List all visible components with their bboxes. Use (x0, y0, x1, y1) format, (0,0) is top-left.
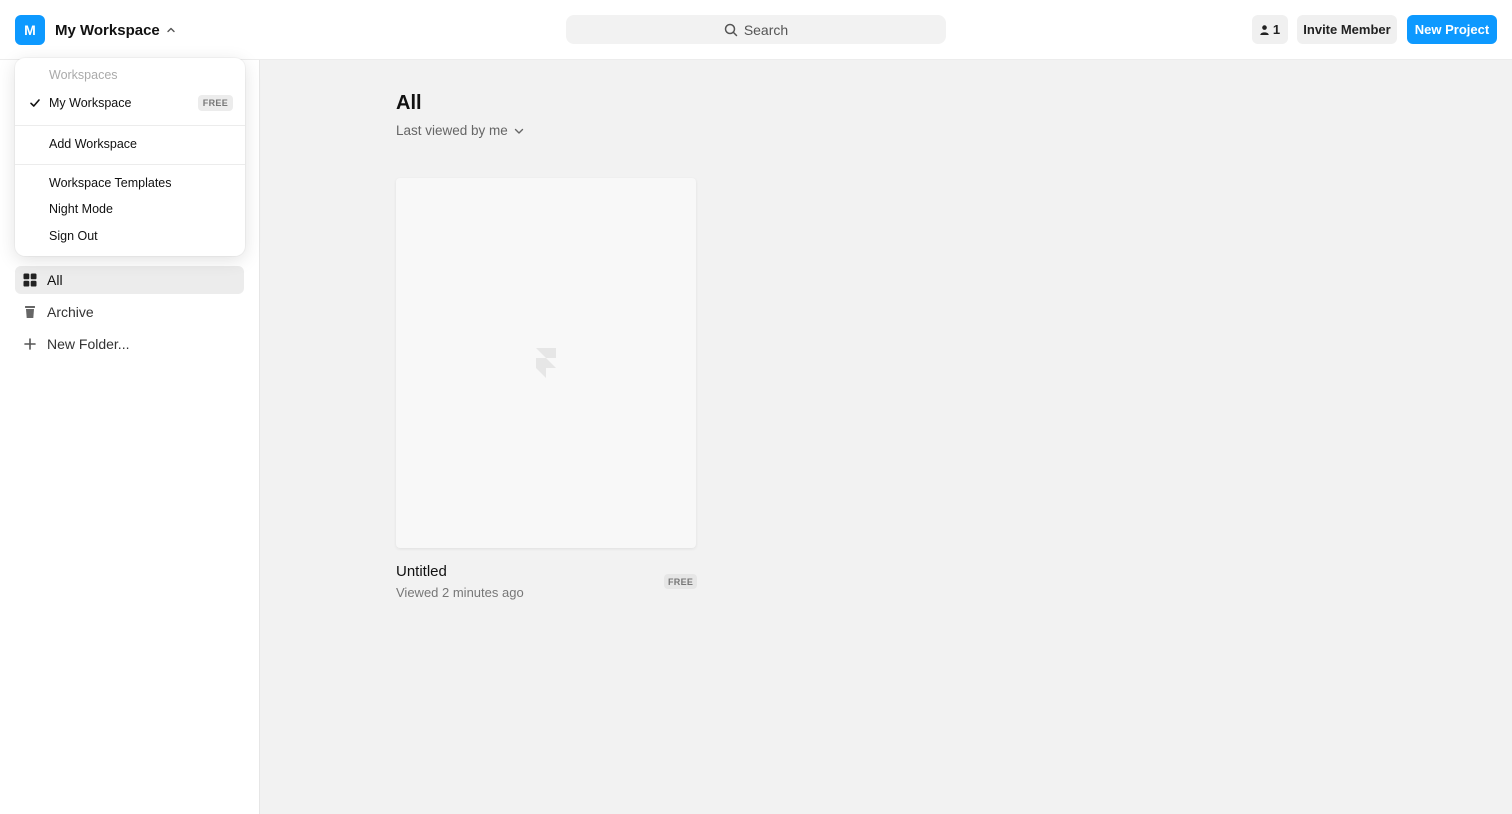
menu-item-label: My Workspace (49, 96, 132, 110)
search-placeholder: Search (743, 21, 789, 38)
invite-member-button[interactable]: Invite Member (1297, 15, 1397, 44)
menu-divider (15, 125, 245, 126)
new-project-button[interactable]: New Project (1407, 15, 1497, 44)
trash-icon (25, 306, 35, 318)
menu-item-sign-out[interactable]: Sign Out (15, 225, 245, 247)
page-title: All (396, 92, 422, 114)
sidebar-item-archive[interactable]: Archive (15, 298, 244, 326)
framer-logo-icon (536, 348, 556, 378)
dropdown-section-header: Workspaces (15, 64, 245, 86)
search-input[interactable]: Search (566, 15, 946, 44)
chevron-down-icon (514, 128, 524, 134)
menu-item-night-mode[interactable]: Night Mode (15, 198, 245, 220)
grid-icon (23, 273, 37, 287)
plus-icon (24, 338, 36, 350)
project-thumbnail[interactable] (396, 178, 696, 548)
workspace-avatar[interactable]: M (15, 15, 45, 45)
project-name[interactable]: Untitled (396, 563, 447, 580)
sidebar-item-label: Archive (47, 304, 94, 320)
sidebar-item-new-folder[interactable]: New Folder... (15, 330, 244, 358)
plan-badge: FREE (197, 95, 233, 111)
sidebar-item-label: New Folder... (47, 336, 130, 352)
sidebar-item-all[interactable]: All (15, 266, 244, 294)
menu-item-current-workspace[interactable]: My Workspace FREE (15, 92, 245, 114)
sort-dropdown[interactable]: Last viewed by me (396, 123, 524, 138)
workspace-switcher[interactable]: My Workspace (55, 20, 176, 40)
menu-item-add-workspace[interactable]: Add Workspace (15, 133, 245, 155)
chevron-up-icon (167, 27, 175, 33)
menu-item-label: Workspace Templates (49, 176, 172, 190)
members-button[interactable]: 1 (1252, 15, 1288, 44)
workspace-dropdown-menu: Workspaces My Workspace FREE Add Workspa… (15, 58, 245, 256)
menu-item-workspace-templates[interactable]: Workspace Templates (15, 172, 245, 194)
menu-divider (15, 164, 245, 165)
checkmark-icon (30, 99, 40, 107)
project-last-viewed: Viewed 2 minutes ago (396, 585, 524, 600)
person-icon (1260, 24, 1269, 35)
search-icon (724, 23, 738, 36)
menu-item-label: Night Mode (49, 202, 113, 216)
sort-label: Last viewed by me (396, 123, 508, 138)
workspaces-heading: Workspaces (49, 68, 118, 82)
member-count: 1 (1272, 22, 1281, 37)
workspace-name: My Workspace (55, 21, 160, 39)
menu-item-label: Sign Out (49, 229, 98, 243)
menu-item-label: Add Workspace (49, 137, 138, 151)
sidebar-item-label: All (47, 272, 63, 288)
top-bar: M My Workspace Search 1 Invite Member Ne… (0, 0, 1512, 60)
project-plan-badge: FREE (664, 574, 698, 589)
